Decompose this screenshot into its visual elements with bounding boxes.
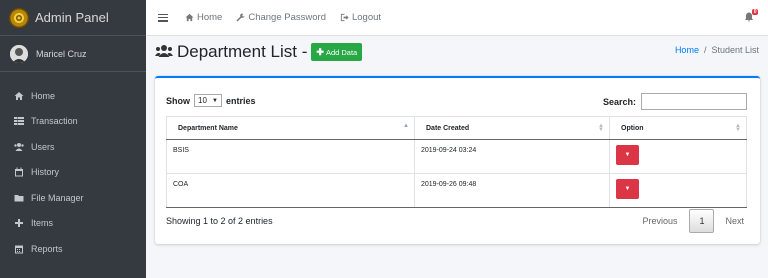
brand-logo-icon [9,7,29,28]
sidebar-item-label: History [31,167,60,178]
add-data-button[interactable]: ✚ Add Data [311,43,363,61]
breadcrumb-current: Student List [711,45,759,55]
sort-asc-icon: ▲ [403,123,409,129]
pagination: Previous 1 Next [642,209,744,233]
entries-label: entries [226,95,256,106]
sidebar-item-label: Home [31,90,56,101]
sidebar-item-items[interactable]: Items [0,211,146,237]
notifications-button[interactable]: 0 [744,9,758,24]
page-header: Department List - ✚ Add Data [155,42,363,62]
logout-label: Logout [351,12,382,23]
add-data-label: Add Data [325,47,358,57]
department-table: Department Name ▲ Date Created ▲ ▼ Option… [166,116,747,208]
wrench-icon [236,13,245,22]
brand[interactable]: Admin Panel [0,0,146,36]
change-password-link[interactable]: Change Password [236,12,326,23]
option-dropdown-button[interactable]: ▼ [616,179,639,199]
show-label: Show [166,95,190,106]
logout-link[interactable]: Logout [340,12,381,23]
user-panel[interactable]: Maricel Cruz [0,36,146,72]
sidebar-item-home[interactable]: Home [0,83,146,109]
chevron-down-icon: ▼ [212,97,218,104]
date-created-cell: 2019-09-24 03:24 [414,139,610,174]
breadcrumb: Home / Student List [675,45,759,55]
column-header-option[interactable]: Option ▲ ▼ [609,116,747,140]
next-button[interactable]: Next [725,216,744,226]
sidebar-item-label: Items [31,218,54,229]
table-row: BSIS 2019-09-24 03:24 ▼ [166,139,747,174]
avatar [10,44,28,63]
topbar-home-label: Home [197,12,223,23]
column-header-date-created[interactable]: Date Created ▲ ▼ [414,116,610,140]
notification-badge: 0 [752,9,758,15]
previous-button[interactable]: Previous [642,216,677,226]
menu-toggle-icon[interactable] [158,13,168,23]
user-name: Maricel Cruz [36,48,87,59]
users-icon [155,44,173,60]
sidebar-item-label: Users [31,141,55,152]
breadcrumb-separator: / [703,45,707,55]
table-icon [13,116,25,127]
option-cell: ▼ [609,173,747,208]
page-length-control: Show 10 ▼ entries [166,94,256,107]
breadcrumb-home-link[interactable]: Home [675,45,699,55]
plus-icon [13,218,25,229]
search-label: Search: [602,96,636,107]
folder-icon [13,192,25,203]
column-header-department-name[interactable]: Department Name ▲ [166,116,415,140]
option-cell: ▼ [609,139,747,174]
topbar-home-link[interactable]: Home [185,12,222,23]
date-created-cell: 2019-09-26 09:48 [414,173,610,208]
calendar-icon [13,167,25,178]
users-icon [13,141,25,152]
topbar: Home Change Password Logout 0 [146,0,768,36]
sidebar-item-file-manager[interactable]: File Manager [0,185,146,211]
department-name-cell: BSIS [166,139,415,174]
table-header-row: Department Name ▲ Date Created ▲ ▼ Option… [166,116,747,140]
sidebar-item-history[interactable]: History [0,160,146,186]
calendar-grid-icon [13,243,25,254]
option-dropdown-button[interactable]: ▼ [616,145,639,165]
caret-down-icon: ▼ [624,152,631,158]
search-input[interactable] [641,93,747,110]
caret-down-icon: ▼ [624,186,631,192]
sidebar-item-reports[interactable]: Reports [0,236,146,262]
home-icon [185,13,194,22]
search-control: Search: [603,93,747,110]
sign-out-icon [340,13,349,22]
department-card: Show 10 ▼ entries Search: Department Nam… [155,76,760,244]
table-row: COA 2019-09-26 09:48 ▼ [166,173,747,208]
sidebar-item-transaction[interactable]: Transaction [0,109,146,135]
sidebar: Admin Panel Maricel Cruz Home Transactio… [0,0,146,278]
sort-icon: ▲ ▼ [598,123,604,133]
change-password-label: Change Password [248,12,326,23]
sidebar-item-label: Reports [31,243,63,254]
page-length-select[interactable]: 10 ▼ [194,94,222,107]
home-icon [13,90,25,101]
sort-icon: ▲ ▼ [735,123,741,133]
department-name-cell: COA [166,173,415,208]
table-info: Showing 1 to 2 of 2 entries [166,216,273,226]
sidebar-item-label: File Manager [31,192,84,203]
page-length-value: 10 [198,96,207,105]
sidebar-nav: Home Transaction Users History File Mana… [0,83,146,262]
page-1-button[interactable]: 1 [689,209,715,233]
sidebar-item-users[interactable]: Users [0,134,146,160]
page-title: Department List - [177,42,308,61]
brand-title: Admin Panel [35,10,109,25]
plus-icon: ✚ [316,46,324,57]
sidebar-item-label: Transaction [31,116,78,127]
